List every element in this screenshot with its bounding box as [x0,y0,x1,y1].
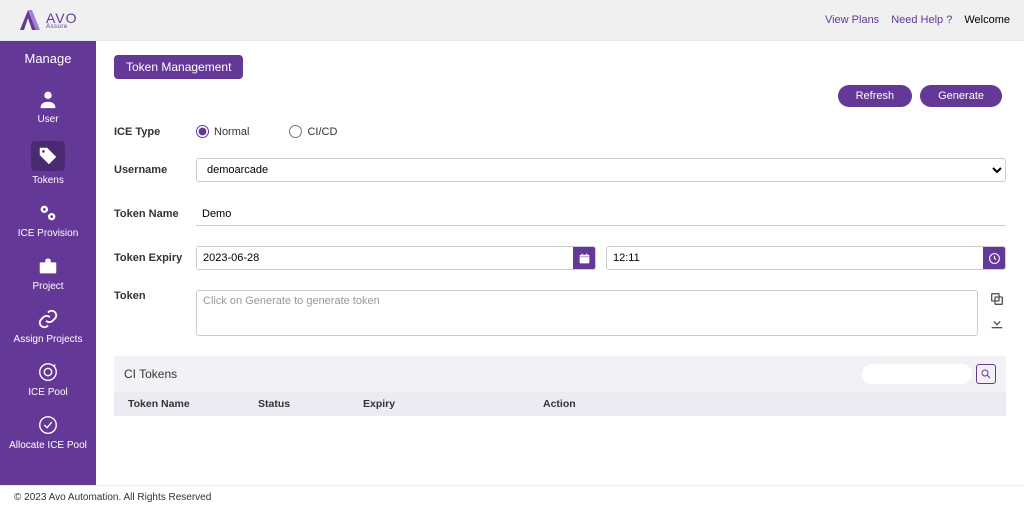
expiry-date-input[interactable] [197,247,573,269]
sidebar-item-label: ICE Provision [18,228,79,239]
token-textarea[interactable] [196,290,978,336]
logo-icon [14,8,42,32]
col-token-name: Token Name [128,398,258,410]
ci-search-input[interactable] [862,364,972,384]
expiry-time-input[interactable] [607,247,983,269]
token-expiry-label: Token Expiry [114,252,196,264]
briefcase-icon [37,255,59,277]
col-status: Status [258,398,363,410]
ci-tokens-title: CI Tokens [124,367,177,381]
gears-icon [37,202,59,224]
ice-type-label: ICE Type [114,126,196,138]
radio-cicd-input[interactable] [289,125,302,138]
tokenname-label: Token Name [114,208,196,220]
tokenname-input[interactable] [196,202,1006,226]
download-icon[interactable] [988,314,1006,332]
top-bar: AVO Assure View Plans Need Help ? Welcom… [0,0,1024,41]
sidebar-item-assign-projects[interactable]: Assign Projects [0,300,96,353]
sidebar-title: Manage [25,51,72,66]
sidebar-item-tokens[interactable]: Tokens [0,133,96,194]
search-icon[interactable] [976,364,996,384]
sidebar-item-user[interactable]: User [0,80,96,133]
refresh-button[interactable]: Refresh [838,85,913,107]
col-expiry: Expiry [363,398,543,410]
radio-normal[interactable]: Normal [196,125,249,138]
ci-tokens-header: CI Tokens [114,356,1006,392]
radio-normal-input[interactable] [196,125,209,138]
token-label: Token [114,290,196,302]
sidebar-item-project[interactable]: Project [0,247,96,300]
main-content: Token Management Refresh Generate ICE Ty… [96,41,1024,485]
sidebar-item-ice-provision[interactable]: ICE Provision [0,194,96,247]
sidebar-item-label: ICE Pool [28,387,67,398]
radio-cicd[interactable]: CI/CD [289,125,337,138]
copy-icon[interactable] [988,290,1006,308]
view-plans-link[interactable]: View Plans [825,14,879,26]
username-label: Username [114,164,196,176]
username-select[interactable]: demoarcade [196,158,1006,182]
user-icon [37,88,59,110]
tag-icon [31,141,65,171]
calendar-icon[interactable] [573,247,595,269]
clock-icon[interactable] [983,247,1005,269]
pool-icon [37,361,59,383]
welcome-text: Welcome [964,14,1010,26]
sidebar-item-ice-pool[interactable]: ICE Pool [0,353,96,406]
ci-table-header: Token Name Status Expiry Action [114,392,1006,416]
sidebar-item-label: Project [32,281,63,292]
col-action: Action [543,398,992,410]
sidebar-item-label: Tokens [32,175,64,186]
brand-logo: AVO Assure [14,8,78,32]
sidebar: Manage User Tokens ICE Provision Project… [0,41,96,485]
sidebar-item-label: User [37,114,58,125]
footer: © 2023 Avo Automation. All Rights Reserv… [0,485,1024,509]
page-title: Token Management [114,55,243,79]
need-help-link[interactable]: Need Help ? [891,14,952,26]
sidebar-item-allocate-ice-pool[interactable]: Allocate ICE Pool [0,406,96,459]
link-icon [37,308,59,330]
sidebar-item-label: Assign Projects [14,334,83,345]
sidebar-item-label: Allocate ICE Pool [9,440,87,451]
allocate-pool-icon [37,414,59,436]
generate-button[interactable]: Generate [920,85,1002,107]
